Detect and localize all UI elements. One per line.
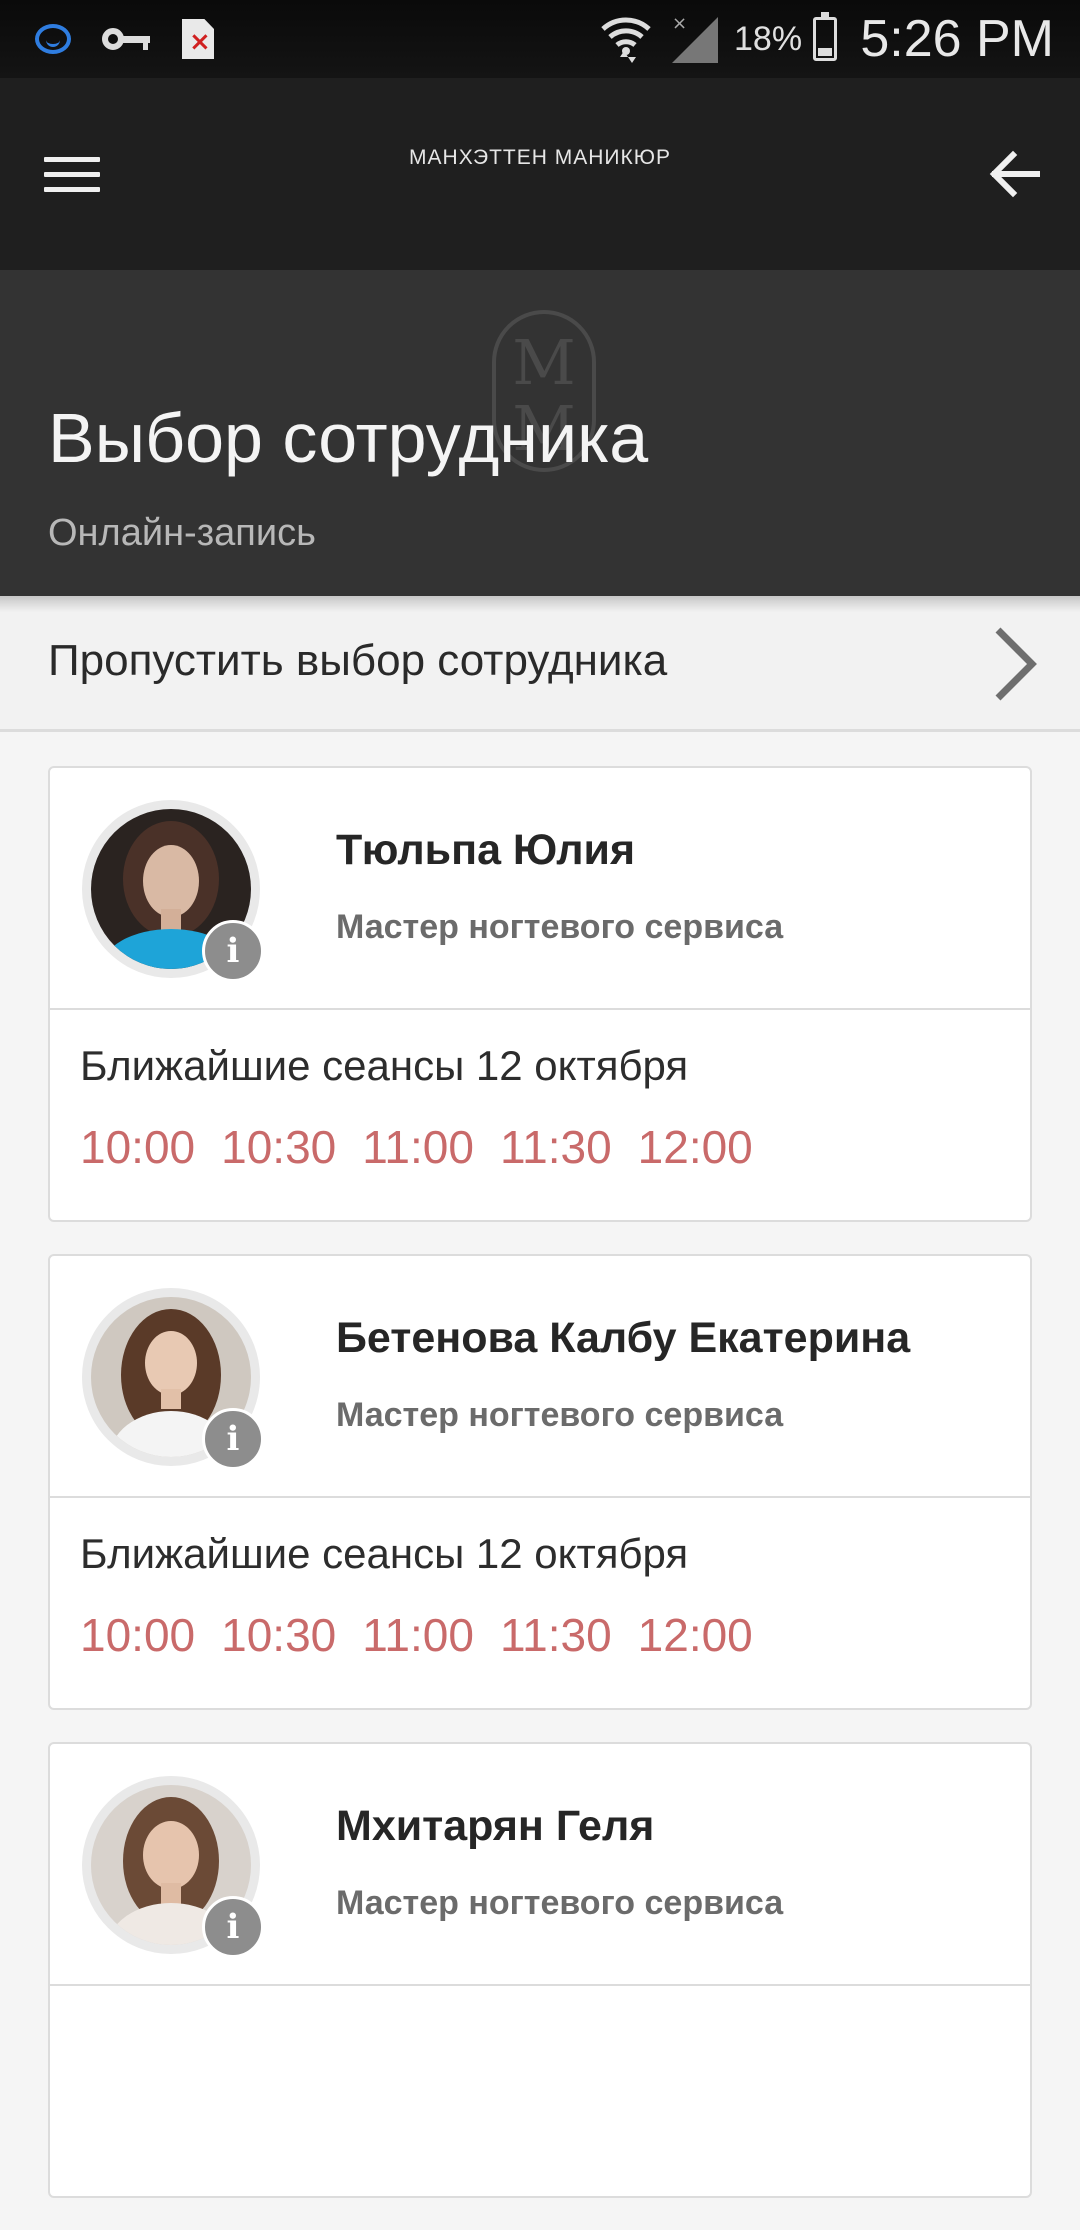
signal-icon: × [668, 0, 722, 78]
skip-label: Пропустить выбор сотрудника [48, 636, 668, 685]
page-subtitle: Онлайн-запись [48, 512, 316, 554]
staff-role: Мастер ногтевого сервиса [336, 1884, 784, 1922]
hero-header: M M Выбор сотрудника Онлайн-запись [0, 270, 1080, 596]
sessions-section: Ближайшие сеансы 12 октября 10:00 10:30 … [50, 1498, 1030, 1708]
wifi-icon [596, 0, 656, 78]
time-slot[interactable]: 11:00 [362, 1120, 474, 1174]
key-icon [98, 0, 154, 78]
info-icon[interactable]: i [202, 1408, 264, 1470]
svg-text:×: × [672, 13, 687, 34]
info-icon[interactable]: i [202, 920, 264, 982]
time-slots: 10:00 10:30 11:00 11:30 12:00 [80, 1608, 753, 1662]
file-error-icon [180, 0, 216, 78]
page-title: Выбор сотрудника [48, 399, 649, 477]
time-slot[interactable]: 12:00 [638, 1120, 753, 1174]
time-slot[interactable]: 11:00 [362, 1608, 474, 1662]
time-slot[interactable]: 10:00 [80, 1120, 195, 1174]
sessions-label: Ближайшие сеансы 12 октября [80, 1530, 689, 1577]
time-slots: 10:00 10:30 11:00 11:30 12:00 [80, 1120, 753, 1174]
battery-percent: 18% [734, 20, 803, 58]
status-bar: × 18% 5:26 PM [0, 0, 1080, 78]
sessions-label: Ближайшие сеансы 12 октября [80, 1042, 689, 1089]
time-slot[interactable]: 11:30 [500, 1608, 612, 1662]
staff-list: i Тюльпа Юлия Мастер ногтевого сервиса Б… [48, 766, 1032, 2230]
time-slot[interactable]: 10:30 [221, 1608, 336, 1662]
staff-name: Тюльпа Юлия [336, 826, 636, 874]
staff-card: i Тюльпа Юлия Мастер ногтевого сервиса Б… [48, 766, 1032, 1222]
time-slot[interactable]: 12:00 [638, 1608, 753, 1662]
staff-card: i Мхитарян Геля Мастер ногтевого сервиса [48, 1742, 1032, 2198]
staff-role: Мастер ногтевого сервиса [336, 908, 784, 946]
skip-staff-selection-button[interactable]: Пропустить выбор сотрудника [0, 596, 1080, 732]
arrow-back-icon[interactable] [978, 138, 1050, 210]
info-icon[interactable]: i [202, 1896, 264, 1958]
staff-card: i Бетенова Калбу Екатерина Мастер ногтев… [48, 1254, 1032, 1710]
chevron-right-icon [995, 627, 1037, 701]
time-slot[interactable]: 10:30 [221, 1120, 336, 1174]
staff-card-header[interactable]: i Мхитарян Геля Мастер ногтевого сервиса [50, 1744, 1030, 1986]
time-slot[interactable]: 10:00 [80, 1608, 195, 1662]
app-bar: МАНХЭТТЕН МАНИКЮР [0, 78, 1080, 270]
staff-name: Мхитарян Геля [336, 1802, 655, 1850]
sessions-section: Ближайшие сеансы 12 октября 10:00 10:30 … [50, 1010, 1030, 1220]
battery-icon [810, 0, 840, 78]
staff-role: Мастер ногтевого сервиса [336, 1396, 784, 1434]
staff-card-header[interactable]: i Тюльпа Юлия Мастер ногтевого сервиса [50, 768, 1030, 1010]
assistant-icon [30, 0, 76, 78]
staff-name: Бетенова Калбу Екатерина [336, 1314, 911, 1362]
time-slot[interactable]: 11:30 [500, 1120, 612, 1174]
staff-card-header[interactable]: i Бетенова Калбу Екатерина Мастер ногтев… [50, 1256, 1030, 1498]
app-title: МАНХЭТТЕН МАНИКЮР [409, 146, 671, 169]
status-time: 5:26 PM [860, 10, 1054, 68]
svg-text:M: M [512, 326, 575, 399]
